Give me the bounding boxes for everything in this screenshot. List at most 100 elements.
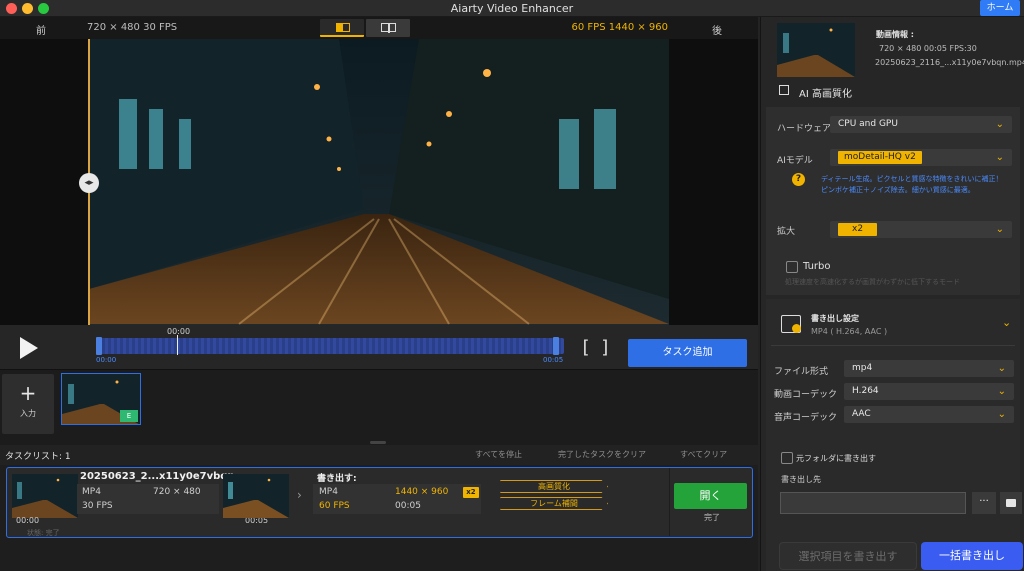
chevron-down-icon: ⌄: [997, 363, 1006, 374]
scale-value: x2: [838, 223, 878, 236]
city-street-image: [89, 39, 669, 325]
export-settings-title: 書き出し設定: [811, 314, 859, 323]
stop-all-button[interactable]: すべてを停止: [475, 449, 522, 460]
trim-start-handle[interactable]: [96, 337, 102, 355]
more-options-button[interactable]: ···: [972, 492, 996, 514]
output-fps: 60 FPS: [319, 501, 350, 511]
turbo-description: 処理速度を高速化するが画質がわずかに低下するモード: [785, 278, 960, 286]
chevron-down-icon: ⌄: [995, 224, 1004, 235]
scale-select[interactable]: x2 ⌄: [830, 221, 1012, 238]
enhance-badge: E: [120, 410, 138, 422]
enhance-tag: 高画質化: [500, 480, 608, 493]
playhead[interactable]: [177, 335, 178, 355]
task-start-time: 00:00: [16, 516, 40, 525]
video-info-title: 動画情報 :: [876, 30, 914, 39]
source-format: MP4: [82, 487, 101, 497]
export-settings-section: 書き出し設定 MP4 ( H.264, AAC ) ⌄ ファイル形式 mp4 ⌄ …: [766, 299, 1023, 571]
output-title: 書き出す:: [317, 474, 357, 484]
viewer-header: 前 720 × 480 30 FPS 60 FPS 1440 × 960 後: [0, 17, 758, 39]
scale-badge: x2: [463, 487, 479, 498]
collapse-chevron-icon[interactable]: ⌄: [1002, 316, 1011, 329]
output-thumbnail: [223, 474, 289, 518]
clear-all-button[interactable]: すべてクリア: [680, 449, 727, 460]
add-task-button[interactable]: タスク追加: [628, 339, 747, 367]
task-list-header: タスクリスト: 1 すべてを停止 完了したタスクをクリア すべてクリア: [0, 445, 758, 465]
after-label: 後: [712, 26, 722, 37]
task-row[interactable]: 20250623_2...x11y0e7vbqn MP4 720 × 480 3…: [6, 467, 753, 538]
side-by-side-toggle[interactable]: [366, 19, 410, 37]
audio-codec-label: 音声コーデック: [774, 413, 838, 423]
set-in-point-button[interactable]: [: [580, 337, 591, 358]
video-codec-label: 動画コーデック: [774, 390, 838, 400]
audio-codec-value: AAC: [852, 409, 871, 419]
plus-icon: +: [19, 381, 37, 405]
file-format-label: ファイル形式: [774, 367, 829, 377]
clip-strip: + 入力 E: [0, 369, 758, 445]
output-info: 60 FPS 1440 × 960: [571, 22, 668, 33]
video-codec-value: H.264: [852, 386, 879, 396]
trim-end-handle[interactable]: [553, 337, 559, 355]
output-duration: 00:05: [395, 501, 421, 511]
hardware-select[interactable]: CPU and GPU ⌄: [830, 116, 1012, 133]
title-bar: Aiarty Video Enhancer ホーム: [0, 0, 1024, 17]
destination-input[interactable]: [780, 492, 966, 514]
task-state: 状態: 完了: [27, 529, 60, 537]
ai-model-value: moDetail-HQ v2: [838, 151, 922, 164]
chevron-down-icon: ⌄: [995, 152, 1004, 163]
export-all-button[interactable]: 一括書き出し: [921, 542, 1023, 570]
left-panel: 前 720 × 480 30 FPS 60 FPS 1440 × 960 後 ◂…: [0, 17, 758, 571]
right-panel: 動画情報 : 720 × 480 00:05 FPS:30 20250623_2…: [760, 17, 1024, 571]
file-format-select[interactable]: mp4 ⌄: [844, 360, 1014, 377]
set-out-point-button[interactable]: ]: [600, 337, 611, 358]
clear-completed-button[interactable]: 完了したタスクをクリア: [558, 449, 646, 460]
export-divider: [771, 345, 1015, 346]
source-thumbnail: [12, 474, 78, 518]
ai-model-label: AIモデル: [777, 156, 813, 166]
video-info-filename: 20250623_2116_...x11y0e7vbqn.mp4: [875, 58, 1024, 67]
split-handle[interactable]: ◂▸: [79, 173, 99, 193]
export-selected-button[interactable]: 選択項目を書き出す: [779, 542, 917, 570]
browse-folder-button[interactable]: [1000, 492, 1022, 514]
open-button[interactable]: 開く: [674, 483, 747, 509]
chevron-right-icon: ›: [297, 488, 302, 502]
task-filename: 20250623_2...x11y0e7vbqn: [80, 471, 235, 482]
ai-model-description: ディテール生成。ピクセルと質感な特徴をきれいに補正！ピンボケ補正＋ノイズ除去。細…: [821, 175, 1003, 194]
video-info-thumbnail: [777, 23, 855, 77]
turbo-checkbox[interactable]: [786, 261, 798, 273]
chevron-down-icon: ⌄: [997, 409, 1006, 420]
split-view-toggle[interactable]: [320, 19, 364, 37]
gear-icon: [792, 324, 801, 333]
export-settings-summary: MP4 ( H.264, AAC ): [811, 327, 888, 336]
panel-resize-handle[interactable]: [370, 441, 386, 444]
current-time: 00:00: [167, 327, 191, 336]
hardware-value: CPU and GPU: [838, 119, 898, 129]
app-title: Aiarty Video Enhancer: [450, 2, 574, 15]
video-info-image: [777, 23, 855, 77]
preview-viewer: 前 720 × 480 30 FPS 60 FPS 1440 × 960 後 ◂…: [0, 17, 758, 325]
timeline-track[interactable]: [96, 338, 564, 354]
before-label: 前: [36, 26, 46, 37]
turbo-label: Turbo: [803, 261, 831, 272]
trim-start-time: 00:00: [96, 356, 117, 364]
task-status: 完了: [704, 513, 720, 522]
frame-interpolation-tag: フレーム補間: [500, 497, 608, 510]
ai-model-select[interactable]: moDetail-HQ v2 ⌄: [830, 149, 1012, 166]
side-by-side-icon: [381, 23, 396, 33]
split-view-icon: [336, 23, 350, 32]
video-codec-select[interactable]: H.264 ⌄: [844, 383, 1014, 400]
original-folder-checkbox[interactable]: [781, 452, 793, 464]
scale-label: 拡大: [777, 227, 796, 237]
task-count: タスクリスト: 1: [5, 452, 71, 462]
source-resolution: 720 × 480: [153, 487, 201, 497]
help-icon[interactable]: ?: [792, 173, 805, 186]
video-frame: [89, 39, 669, 325]
file-format-value: mp4: [852, 363, 873, 373]
hardware-label: ハードウェア: [777, 124, 832, 134]
play-icon[interactable]: [20, 337, 38, 359]
ai-enhance-icon: [779, 85, 789, 95]
source-thumbnail-image: [12, 474, 78, 518]
audio-codec-select[interactable]: AAC ⌄: [844, 406, 1014, 423]
home-button[interactable]: ホーム: [980, 0, 1020, 16]
trim-end-time: 00:05: [543, 356, 564, 364]
add-input-button[interactable]: + 入力: [2, 374, 54, 434]
